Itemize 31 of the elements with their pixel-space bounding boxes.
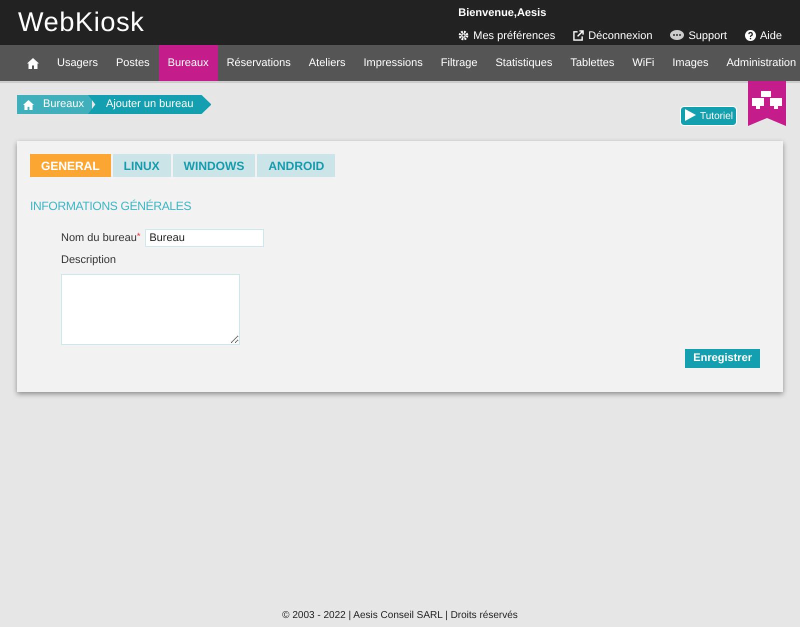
nav-item[interactable]: Bureaux [158, 45, 218, 81]
footer-text: © 2003 - 2022 | Aesis Conseil SARL | Droits réservés [281, 609, 519, 623]
nav-item[interactable]: Tablettes [561, 45, 624, 81]
nav-item[interactable]: Ateliers [300, 45, 354, 81]
header-link[interactable]: Mes préférences [458, 28, 556, 44]
chat-icon [670, 30, 684, 42]
nav-item[interactable]: Réservations [218, 45, 300, 81]
field-label: Nom du bureau* [61, 230, 140, 246]
welcome-text: Bienvenue,Aesis [458, 6, 546, 21]
settings-icon [458, 30, 470, 42]
help-icon [744, 30, 756, 42]
play-icon [684, 109, 696, 123]
external-link-icon [573, 30, 584, 42]
input-field[interactable]: Bureau [145, 229, 264, 247]
header-link[interactable]: Support [670, 28, 727, 44]
logo[interactable]: WebKiosk [18, 2, 144, 43]
header-link[interactable]: Aide [744, 28, 782, 44]
nav-item[interactable]: Images [663, 45, 718, 81]
nav-item[interactable]: Impressions [354, 45, 432, 81]
nav-item[interactable]: Postes [106, 45, 159, 81]
nav-item[interactable]: Administration [717, 45, 800, 81]
header-link[interactable]: Déconnexion [573, 28, 652, 44]
nav-item[interactable]: Filtrage [432, 45, 486, 81]
description-field[interactable] [61, 274, 240, 344]
nav-item[interactable]: Statistiques [486, 45, 562, 81]
bookmark-ribbon [748, 81, 786, 126]
nav-item[interactable]: WiFi [623, 45, 664, 81]
section-title: INFORMATIONS GÉNÉRALES [30, 198, 192, 215]
home-icon [23, 100, 34, 110]
field-label: Description [61, 253, 118, 268]
nav-item[interactable]: Usagers [48, 45, 107, 81]
